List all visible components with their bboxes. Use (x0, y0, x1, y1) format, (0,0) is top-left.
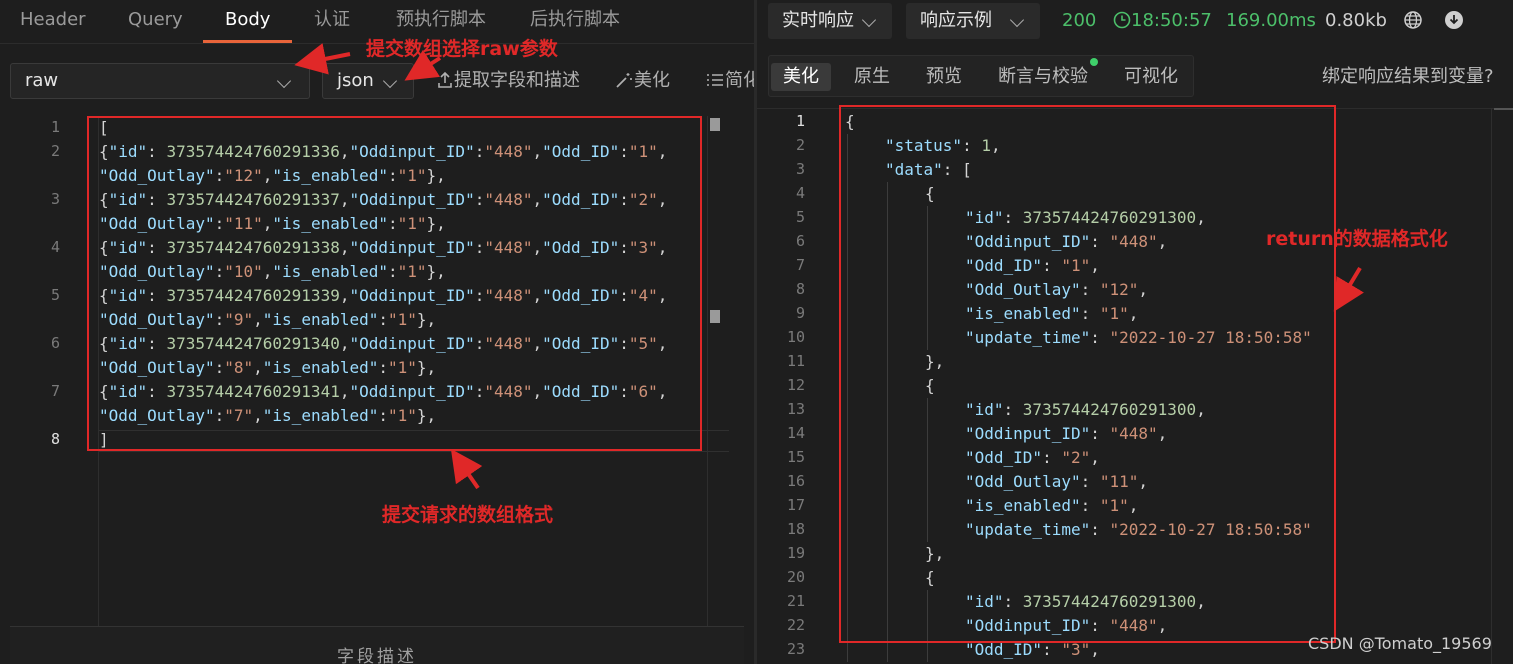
arrow-to-json (404, 49, 442, 81)
arrow-to-raw (294, 43, 351, 75)
arrow-to-request-box (450, 448, 483, 490)
arrow-to-response-box (1333, 266, 1364, 312)
annotation-arrows (294, 43, 1364, 490)
watermark: CSDN @Tomato_19569 (1308, 634, 1492, 653)
